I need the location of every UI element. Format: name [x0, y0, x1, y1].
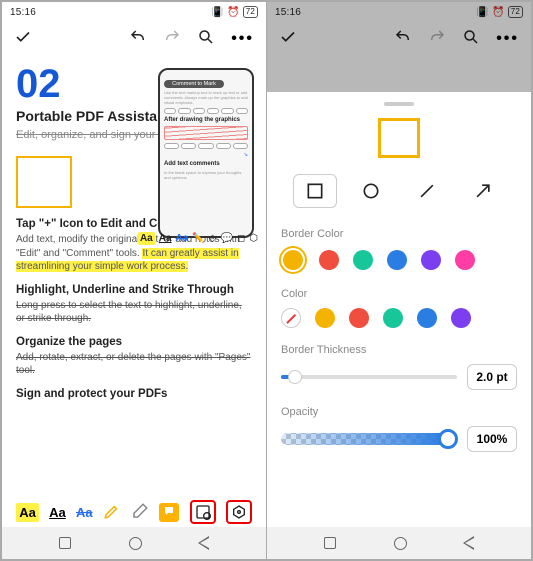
- paragraph-3: Add, rotate, extract, or delete the page…: [16, 351, 252, 378]
- redo-button[interactable]: [428, 28, 446, 51]
- status-bar: 15:16 📳 ⏰ 72: [2, 2, 266, 22]
- fill-color-row: [281, 306, 517, 330]
- border-color-label: Border Color: [281, 228, 517, 240]
- shape-type-row: [281, 174, 517, 208]
- status-bar: 15:16 📳 ⏰ 72: [267, 2, 531, 22]
- phone-style-sheet: 15:16 📳 ⏰ 72 ••• Borde: [266, 2, 531, 559]
- heading-4: Sign and protect your PDFs: [16, 388, 252, 400]
- nav-bar: [267, 527, 531, 559]
- phone-mock: Comment to Mark Use the text markup tool…: [158, 68, 254, 238]
- opacity-slider[interactable]: [281, 433, 457, 445]
- mock-sec1: After drawing the graphics: [164, 117, 248, 123]
- fill-color-swatch[interactable]: [451, 308, 471, 328]
- rectangle-annotation[interactable]: [16, 156, 72, 208]
- nav-recents[interactable]: [324, 537, 336, 549]
- shape-rectangle[interactable]: [293, 174, 337, 208]
- shape-hexagon-tool[interactable]: [226, 500, 252, 524]
- vibrate-icon: 📳: [211, 7, 224, 18]
- phone-document: 15:16 📳 ⏰ 72 ••• 02 Portable PDF Assista…: [2, 2, 266, 559]
- confirm-button[interactable]: [14, 28, 32, 51]
- nav-home[interactable]: [394, 537, 407, 550]
- fill-color-label: Color: [281, 288, 517, 300]
- top-toolbar: •••: [267, 22, 531, 56]
- sheet-handle[interactable]: [384, 102, 414, 106]
- nav-bar: [2, 527, 266, 559]
- shape-circle-tool[interactable]: [190, 500, 216, 524]
- shape-arrow[interactable]: [461, 174, 505, 208]
- clock: 15:16: [10, 7, 36, 18]
- nav-back[interactable]: [199, 537, 209, 549]
- border-color-swatch[interactable]: [353, 250, 373, 270]
- confirm-button[interactable]: [279, 28, 297, 51]
- fill-color-swatch[interactable]: [281, 308, 301, 328]
- top-toolbar: •••: [2, 22, 266, 56]
- strikethrough-tool[interactable]: Aa: [76, 505, 93, 520]
- border-color-swatch[interactable]: [387, 250, 407, 270]
- paragraph-2: Long press to select the text to highlig…: [16, 299, 252, 326]
- search-button[interactable]: [462, 28, 480, 51]
- style-bottom-sheet: Border Color Color Border Thickness 2.0 …: [267, 92, 531, 527]
- border-color-swatch[interactable]: [281, 248, 305, 272]
- shape-circle[interactable]: [349, 174, 393, 208]
- alarm-icon: ⏰: [227, 7, 240, 18]
- heading-2: Highlight, Underline and Strike Through: [16, 284, 252, 296]
- eraser-tool[interactable]: [131, 502, 149, 523]
- battery-icon: 72: [243, 6, 258, 18]
- underline-tool[interactable]: Aa: [49, 505, 66, 520]
- fill-color-swatch[interactable]: [383, 308, 403, 328]
- nav-back[interactable]: [464, 537, 474, 549]
- border-color-swatch[interactable]: [319, 250, 339, 270]
- thickness-slider[interactable]: [281, 375, 457, 379]
- undo-button[interactable]: [129, 28, 147, 51]
- opacity-value[interactable]: 100%: [467, 426, 517, 452]
- document-page[interactable]: 02 Portable PDF Assistant Edit, organize…: [2, 56, 266, 497]
- heading-3: Organize the pages: [16, 336, 252, 348]
- note-tool[interactable]: [159, 503, 179, 522]
- nav-home[interactable]: [129, 537, 142, 550]
- more-button[interactable]: •••: [231, 30, 254, 48]
- clock: 15:16: [275, 7, 301, 18]
- border-color-swatch[interactable]: [421, 250, 441, 270]
- thickness-value[interactable]: 2.0 pt: [467, 364, 517, 390]
- thickness-label: Border Thickness: [281, 344, 517, 356]
- mock-sec2: Add text comments: [164, 161, 248, 167]
- battery-icon: 72: [508, 6, 523, 18]
- mock-toolbar: AaAaAa ✏️◇💬◻⬡: [138, 232, 258, 245]
- alarm-icon: ⏰: [492, 7, 505, 18]
- fill-color-swatch[interactable]: [417, 308, 437, 328]
- border-color-row: [281, 246, 517, 274]
- undo-button[interactable]: [394, 28, 412, 51]
- more-button[interactable]: •••: [496, 30, 519, 48]
- search-button[interactable]: [197, 28, 215, 51]
- annotation-toolbar: Aa Aa Aa: [2, 497, 266, 527]
- redo-button[interactable]: [163, 28, 181, 51]
- opacity-label: Opacity: [281, 406, 517, 418]
- fill-color-swatch[interactable]: [349, 308, 369, 328]
- mock-pill: Comment to Mark: [164, 80, 224, 88]
- pen-tool[interactable]: [103, 502, 121, 523]
- shape-preview: [378, 118, 420, 158]
- border-color-swatch[interactable]: [455, 250, 475, 270]
- shape-line[interactable]: [405, 174, 449, 208]
- highlight-tool[interactable]: Aa: [16, 503, 39, 522]
- vibrate-icon: 📳: [476, 7, 489, 18]
- nav-recents[interactable]: [59, 537, 71, 549]
- fill-color-swatch[interactable]: [315, 308, 335, 328]
